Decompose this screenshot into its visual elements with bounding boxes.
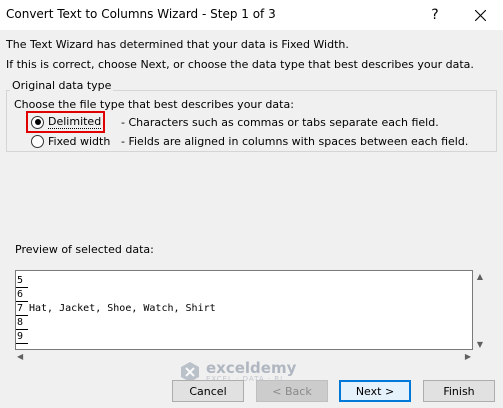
file-type-prompt: Choose the file type that best describes… <box>14 98 294 111</box>
scroll-up-arrow[interactable]: ▲ <box>473 272 487 281</box>
line-number: 7 <box>16 302 28 316</box>
window-title: Convert Text to Columns Wizard - Step 1 … <box>6 7 276 21</box>
scroll-left-arrow[interactable]: ◀ <box>17 352 23 361</box>
close-button[interactable] <box>457 0 503 30</box>
line-number: 6 <box>16 288 28 302</box>
preview-label: Preview of selected data: <box>15 243 154 256</box>
highlight-annotation <box>26 111 105 133</box>
radio-fixed-width[interactable]: Fixed width <box>31 133 110 149</box>
title-bar: Convert Text to Columns Wizard - Step 1 … <box>0 0 503 30</box>
intro-line-1: The Text Wizard has determined that your… <box>6 38 349 51</box>
radio-button-fixed-width[interactable] <box>31 134 44 148</box>
group-label: Original data type <box>10 79 114 92</box>
preview-rows: Hat, Jacket, Shoe, Watch, Shirt <box>29 274 216 344</box>
finish-button[interactable]: Finish <box>423 380 495 402</box>
preview-row: Hat, Jacket, Shoe, Watch, Shirt <box>29 303 216 314</box>
next-button[interactable]: Next > <box>339 380 411 402</box>
line-number: 9 <box>16 330 28 344</box>
close-icon <box>474 9 486 21</box>
help-button[interactable]: ? <box>412 0 458 30</box>
back-button[interactable]: < Back <box>256 380 328 402</box>
scroll-right-arrow[interactable]: ▶ <box>465 352 471 361</box>
fixed-width-description: - Fields are aligned in columns with spa… <box>121 135 469 148</box>
line-number: 8 <box>16 316 28 330</box>
help-icon: ? <box>431 7 439 23</box>
scroll-down-arrow[interactable]: ▼ <box>473 340 487 349</box>
intro-line-2: If this is correct, choose Next, or choo… <box>6 58 474 71</box>
watermark-brand: exceldemy <box>206 359 297 377</box>
cancel-button[interactable]: Cancel <box>172 380 244 402</box>
data-preview[interactable]: 5 6 7 8 9 Hat, Jacket, Shoe, Watch, Shir… <box>15 270 473 350</box>
delimited-description: - Characters such as commas or tabs sepa… <box>121 116 439 129</box>
radio-label-fixed-width[interactable]: Fixed width <box>48 135 110 148</box>
preview-line-numbers: 5 6 7 8 9 <box>16 274 28 349</box>
line-number: 5 <box>16 274 28 288</box>
